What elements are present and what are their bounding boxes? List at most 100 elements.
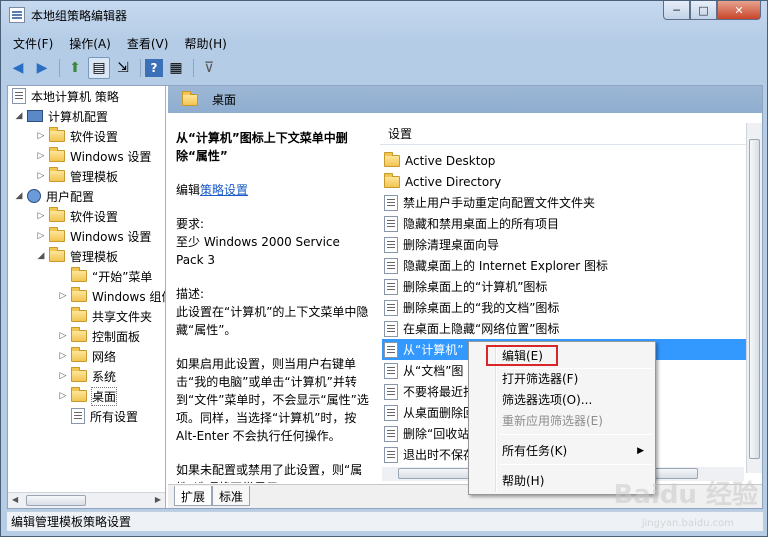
tree-item-start-menu[interactable]: “开始”菜单 bbox=[58, 266, 152, 286]
list-item[interactable]: 隐藏和禁用桌面上的所有项目 bbox=[382, 213, 746, 234]
tree-item-control-panel[interactable]: ▷ 控制面板 bbox=[58, 326, 140, 346]
collapsed-arrow-icon[interactable]: ▷ bbox=[36, 151, 46, 161]
policy-setting-icon bbox=[384, 362, 398, 379]
column-header-setting[interactable]: 设置 bbox=[380, 123, 746, 145]
folder-icon bbox=[71, 287, 87, 302]
policy-setting-icon bbox=[384, 215, 398, 232]
folder-icon bbox=[49, 247, 65, 262]
back-arrow-icon[interactable]: ◀ bbox=[7, 57, 29, 79]
title-bar: 本地组策略编辑器 ─ □ ✕ bbox=[1, 1, 767, 31]
list-item[interactable]: Active Desktop bbox=[382, 150, 746, 171]
folder-icon bbox=[71, 387, 87, 402]
policy-setting-icon bbox=[384, 320, 398, 337]
tree-item-computer-windows[interactable]: ▷ Windows 设置 bbox=[36, 146, 151, 166]
menu-item-edit[interactable]: 编辑(E) bbox=[486, 345, 558, 366]
collapsed-arrow-icon[interactable]: ▷ bbox=[36, 211, 46, 221]
collapsed-arrow-icon[interactable]: ▷ bbox=[58, 391, 68, 401]
tree-item-computer-config[interactable]: ◢ 计算机配置 bbox=[14, 106, 108, 126]
tree-item-system[interactable]: ▷ 系统 bbox=[58, 366, 116, 386]
folder-icon bbox=[71, 307, 87, 322]
menu-separator bbox=[499, 464, 653, 465]
collapsed-arrow-icon[interactable]: ▷ bbox=[58, 291, 68, 301]
details-header: 桌面 bbox=[168, 86, 762, 113]
expanded-arrow-icon[interactable]: ◢ bbox=[14, 191, 24, 201]
list-vertical-scrollbar[interactable] bbox=[746, 123, 762, 473]
tree-item-user-software[interactable]: ▷ 软件设置 bbox=[36, 206, 118, 226]
help-icon[interactable]: ? bbox=[145, 59, 163, 77]
folder-icon bbox=[71, 267, 87, 282]
window-controls: ─ □ ✕ bbox=[663, 1, 761, 21]
folder-icon bbox=[71, 327, 87, 342]
menu-item-filter-options[interactable]: 筛选器选项(O)... bbox=[472, 389, 652, 410]
policy-setting-icon bbox=[384, 299, 398, 316]
edit-policy-link[interactable]: 策略设置 bbox=[200, 183, 248, 197]
tree-item-computer-software[interactable]: ▷ 软件设置 bbox=[36, 126, 118, 146]
policy-icon bbox=[12, 88, 26, 104]
tree-item-network[interactable]: ▷ 网络 bbox=[58, 346, 116, 366]
window-title: 本地组策略编辑器 bbox=[31, 9, 128, 23]
menu-file[interactable]: 文件(F) bbox=[7, 33, 59, 53]
collapsed-arrow-icon[interactable]: ▷ bbox=[58, 371, 68, 381]
list-item[interactable]: 在桌面上隐藏“网络位置”图标 bbox=[382, 318, 746, 339]
expanded-arrow-icon[interactable]: ◢ bbox=[14, 111, 24, 121]
tab-extended[interactable]: 扩展 bbox=[174, 486, 213, 506]
tree-item-shared-folders[interactable]: 共享文件夹 bbox=[58, 306, 152, 326]
scroll-right-icon[interactable]: ▶ bbox=[155, 495, 161, 504]
minimize-button[interactable]: ─ bbox=[663, 1, 690, 20]
scroll-left-icon[interactable]: ◀ bbox=[12, 495, 18, 504]
collapsed-arrow-icon[interactable]: ▷ bbox=[58, 331, 68, 341]
folder-icon bbox=[49, 147, 65, 162]
collapsed-arrow-icon[interactable]: ▷ bbox=[58, 351, 68, 361]
menu-bar: 文件(F) 操作(A) 查看(V) 帮助(H) bbox=[7, 33, 237, 53]
forward-arrow-icon[interactable]: ▶ bbox=[31, 57, 53, 79]
tree-item-root[interactable]: 本地计算机 策略 bbox=[12, 86, 119, 106]
collapsed-arrow-icon[interactable]: ▷ bbox=[36, 131, 46, 141]
list-item[interactable]: 删除清理桌面向导 bbox=[382, 234, 746, 255]
tab-standard[interactable]: 标准 bbox=[212, 486, 251, 506]
folder-icon bbox=[71, 347, 87, 362]
list-item[interactable]: 禁止用户手动重定向配置文件文件夹 bbox=[382, 192, 746, 213]
close-button[interactable]: ✕ bbox=[717, 1, 761, 20]
tree-item-user-windows[interactable]: ▷ Windows 设置 bbox=[36, 226, 151, 246]
menu-item-reapply-filter[interactable]: 重新应用筛选器(E) bbox=[472, 410, 652, 431]
collapsed-arrow-icon[interactable]: ▷ bbox=[36, 171, 46, 181]
scroll-thumb[interactable] bbox=[26, 495, 86, 506]
collapsed-arrow-icon[interactable]: ▷ bbox=[36, 231, 46, 241]
baidu-watermark: Baidu 经验 bbox=[613, 480, 758, 510]
scroll-thumb[interactable] bbox=[749, 139, 760, 459]
folder-icon bbox=[49, 207, 65, 222]
menu-view[interactable]: 查看(V) bbox=[121, 33, 175, 53]
tree-item-user-templates[interactable]: ◢ 管理模板 bbox=[36, 246, 118, 266]
tree-item-user-config[interactable]: ◢ 用户配置 bbox=[14, 186, 94, 206]
folder-icon bbox=[71, 367, 87, 382]
properties-icon[interactable]: ▦ bbox=[165, 57, 187, 79]
expanded-arrow-icon[interactable]: ◢ bbox=[36, 251, 46, 261]
list-item[interactable]: 删除桌面上的“我的文档”图标 bbox=[382, 297, 746, 318]
requirements: 要求: 至少 Windows 2000 Service Pack 3 bbox=[176, 217, 340, 267]
menu-action[interactable]: 操作(A) bbox=[63, 33, 117, 53]
description-disabled: 如果未配置或禁用了此设置，则“属性”选项将正常显示。 bbox=[176, 463, 363, 483]
export-list-icon[interactable]: ⇲ bbox=[112, 57, 134, 79]
filter-icon[interactable]: ⊽ bbox=[198, 57, 220, 79]
policy-setting-icon bbox=[384, 383, 398, 400]
tree-item-computer-templates[interactable]: ▷ 管理模板 bbox=[36, 166, 118, 186]
list-item[interactable]: 删除桌面上的“计算机”图标 bbox=[382, 276, 746, 297]
tree-horizontal-scrollbar[interactable]: ◀ ▶ bbox=[8, 492, 165, 508]
menu-item-all-tasks[interactable]: 所有任务(K) ▶ bbox=[472, 440, 652, 461]
up-folder-icon[interactable]: ⬆ bbox=[64, 57, 86, 79]
tree-item-all-settings[interactable]: 所有设置 bbox=[58, 406, 138, 426]
menu-item-open-filter[interactable]: 打开筛选器(F) bbox=[472, 368, 652, 389]
toolbar-separator bbox=[59, 59, 60, 77]
user-icon bbox=[27, 189, 41, 203]
tree-item-windows-components[interactable]: ▷ Windows 组件 bbox=[58, 286, 165, 306]
gpedit-app-icon bbox=[9, 7, 25, 23]
show-tree-icon[interactable]: ▤ bbox=[88, 57, 110, 79]
folder-icon bbox=[182, 90, 198, 106]
list-item[interactable]: 隐藏桌面上的 Internet Explorer 图标 bbox=[382, 255, 746, 276]
navigation-tree: 本地计算机 策略 ◢ 计算机配置 ▷ 软件设置 ▷ Windows 设置 ▷ 管… bbox=[8, 86, 166, 508]
maximize-button[interactable]: □ bbox=[690, 1, 717, 20]
description-body: 描述: 此设置在“计算机”的上下文菜单中隐藏“属性”。 bbox=[176, 287, 369, 337]
list-item[interactable]: Active Directory bbox=[382, 171, 746, 192]
tree-item-desktop[interactable]: ▷ 桌面 bbox=[58, 386, 118, 406]
menu-help[interactable]: 帮助(H) bbox=[178, 33, 232, 53]
